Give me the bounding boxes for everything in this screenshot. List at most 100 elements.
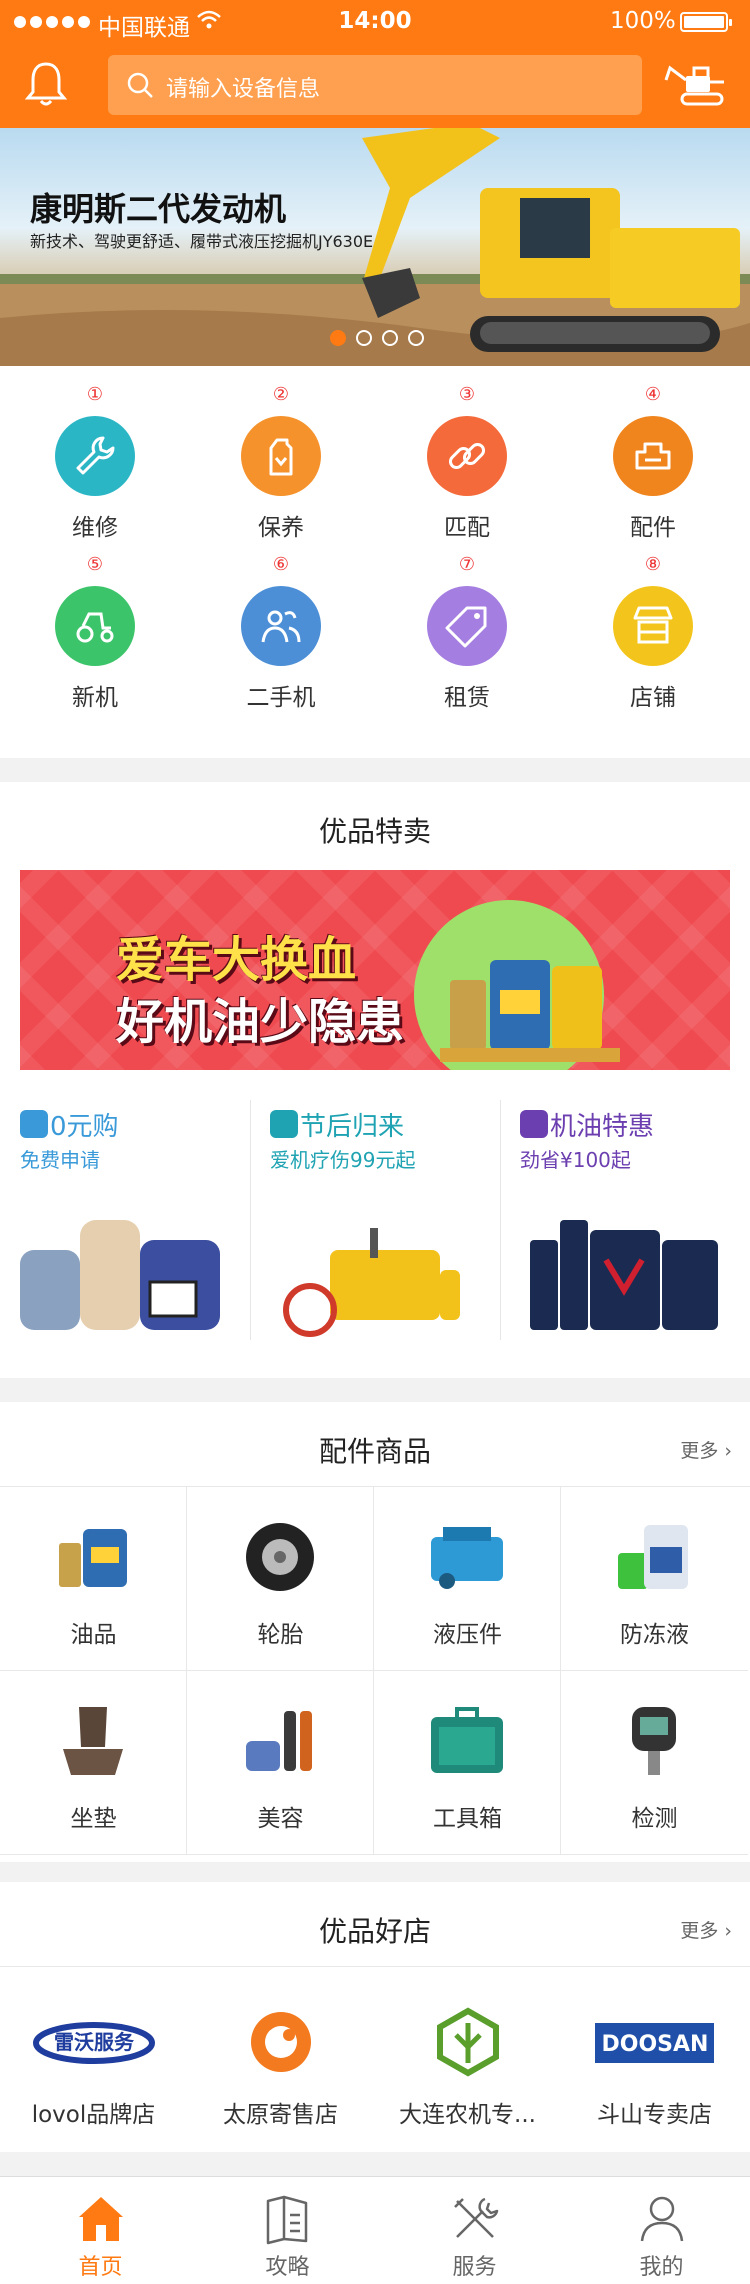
home-icon (79, 2197, 123, 2241)
carousel-dot[interactable] (382, 330, 398, 346)
more-link[interactable]: 更多 › (680, 1436, 732, 1463)
part-item[interactable]: 油品 (0, 1487, 187, 1671)
profile-icon (640, 2196, 684, 2242)
deal-row: 0元购 免费申请 节后归来 爱机疗伤99元起 机油特惠 劲省¥100起 (0, 1100, 750, 1352)
carousel-dot[interactable] (408, 330, 424, 346)
tab-label: 首页 (78, 2255, 123, 2280)
tools-icon (454, 2197, 499, 2238)
more-label: 更多 (680, 1440, 719, 1462)
oil-bottles-image (440, 960, 620, 1062)
category-icon-circle (241, 416, 321, 496)
part-item[interactable]: 坐垫 (0, 1671, 187, 1855)
part-label: 检测 (631, 1806, 678, 1832)
category-maintenance[interactable]: ② 保养 (206, 366, 356, 541)
tab-profile[interactable]: 我的 (568, 2177, 750, 2284)
carousel-dot[interactable] (356, 330, 372, 346)
deal-title: 机油特惠 (550, 1112, 655, 1142)
category-parts[interactable]: ④ 配件 (578, 366, 728, 541)
deal-oil-discount[interactable]: 机油特惠 劲省¥100起 (500, 1100, 750, 1352)
category-store[interactable]: ⑧ 店铺 (578, 536, 728, 711)
promo-headline: 爱车大换血 (116, 932, 357, 988)
category-number: ⑤ (86, 554, 104, 575)
battery-icon (680, 12, 732, 32)
shop-item[interactable]: 大连农机专... (374, 1967, 561, 2151)
massage-chair-image (20, 1220, 220, 1330)
users-icon (261, 610, 301, 643)
taiyuan-logo (251, 2012, 311, 2072)
category-number: ⑥ (272, 554, 290, 575)
shop-item[interactable]: DOOSAN 斗山专卖店 (561, 1967, 748, 2151)
banner-subtitle: 新技术、驾驶更舒适、履带式液压挖掘机JY630E (30, 232, 374, 251)
shop-item[interactable]: 雷沃服务 lovol品牌店 (0, 1967, 187, 2151)
category-number: ③ (458, 384, 476, 405)
top-bar: 中国联通 14:00 100% 请输入设备信息 (0, 0, 750, 128)
guide-book-icon (266, 2195, 308, 2245)
category-rental[interactable]: ⑦ 租赁 (392, 536, 542, 711)
shop-label: 太原寄售店 (223, 2102, 338, 2128)
carousel-dot[interactable] (330, 330, 346, 346)
excavator-icon[interactable] (664, 60, 730, 108)
engine-part-icon (635, 442, 671, 470)
shop-label: 大连农机专... (399, 2102, 536, 2128)
part-item[interactable]: 美容 (187, 1671, 374, 1855)
tag-icon (445, 606, 487, 648)
category-label: 新机 (72, 685, 118, 711)
section-title: 优品好店 (318, 1915, 431, 1948)
section-title: 配件商品 (318, 1435, 431, 1468)
banner-title: 康明斯二代发动机 (30, 190, 287, 228)
hero-banner[interactable]: 康明斯二代发动机 新技术、驾驶更舒适、履带式液压挖掘机JY630E (0, 128, 750, 366)
seat-cushion-icon (63, 1707, 123, 1775)
motor-oil-icon (59, 1529, 127, 1587)
part-label: 坐垫 (70, 1806, 117, 1832)
category-label: 二手机 (246, 685, 316, 711)
car-care-icon (246, 1711, 312, 1771)
doosan-logo: DOOSAN (595, 2023, 714, 2063)
part-item[interactable]: 液压件 (374, 1487, 561, 1671)
deal-subtitle: 劲省¥100起 (520, 1148, 631, 1172)
tab-service[interactable]: 服务 (381, 2177, 568, 2284)
carousel-indicator[interactable] (330, 330, 424, 346)
lovol-logo-text: 雷沃服务 (54, 2030, 135, 2054)
category-icon-circle (427, 586, 507, 666)
deal-free-buy[interactable]: 0元购 免费申请 (0, 1100, 250, 1352)
tab-label: 我的 (639, 2255, 684, 2280)
deal-subtitle: 免费申请 (20, 1148, 100, 1172)
promo-banner[interactable]: 爱车大换血 好机油少隐患 (20, 870, 730, 1070)
category-icon-circle (427, 416, 507, 496)
sun-icon (270, 1110, 298, 1138)
shop-item[interactable]: 太原寄售店 (187, 1967, 374, 2151)
tab-home[interactable]: 首页 (7, 2177, 194, 2284)
doosan-logo-text: DOOSAN (602, 2032, 709, 2057)
battery-percent: 100% (610, 8, 676, 34)
link-icon (448, 442, 486, 470)
category-number: ① (86, 384, 104, 405)
deal-holiday-return[interactable]: 节后归来 爱机疗伤99元起 (250, 1100, 500, 1352)
category-used-machine[interactable]: ⑥ 二手机 (206, 536, 356, 711)
category-new-machine[interactable]: ⑤ 新机 (20, 536, 170, 711)
hydraulic-engine-icon (431, 1527, 503, 1589)
tab-guide[interactable]: 攻略 (194, 2177, 381, 2284)
category-icon-circle (55, 586, 135, 666)
category-number: ⑦ (458, 554, 476, 575)
category-match[interactable]: ③ 匹配 (392, 366, 542, 541)
part-item[interactable]: 防冻液 (561, 1487, 748, 1671)
part-item[interactable]: 工具箱 (374, 1671, 561, 1855)
status-bar: 中国联通 14:00 100% (0, 0, 750, 44)
tire-gauge-icon (632, 1707, 676, 1775)
more-label: 更多 (680, 1920, 719, 1942)
shop-label: lovol品牌店 (31, 2102, 156, 2128)
search-bar[interactable]: 请输入设备信息 (108, 55, 642, 115)
category-repair[interactable]: ① 维修 (20, 366, 170, 541)
part-label: 轮胎 (257, 1622, 304, 1648)
part-item[interactable]: 检测 (561, 1671, 748, 1855)
lovol-logo: 雷沃服务 (33, 2022, 155, 2064)
category-grid: ① 维修 ② 保养 ③ 匹配 ④ 配件 ⑤ 新机 ⑥ 二手机 ⑦ 租赁 ⑧ 店铺 (0, 366, 750, 758)
tire-icon (246, 1523, 314, 1591)
category-icon-circle (613, 416, 693, 496)
category-icon-circle (55, 416, 135, 496)
category-label: 店铺 (630, 685, 676, 711)
more-link[interactable]: 更多 › (680, 1916, 732, 1943)
part-item[interactable]: 轮胎 (187, 1487, 374, 1671)
price-tag-icon (520, 1110, 548, 1138)
bell-icon[interactable] (24, 60, 68, 108)
